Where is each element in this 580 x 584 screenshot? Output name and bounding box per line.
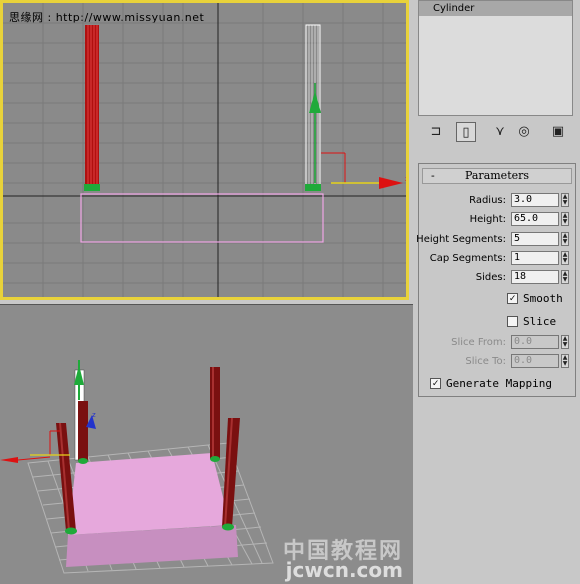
top-viewport-scene: x: [3, 3, 406, 297]
plane-outline: [80, 193, 324, 243]
radius-field[interactable]: 3.0: [511, 193, 559, 207]
radius-label: Radius:: [469, 195, 506, 206]
sides-spinner[interactable]: ▲ ▼: [561, 270, 569, 284]
radius-spinner[interactable]: ▲ ▼: [561, 193, 569, 207]
slice-from-label: Slice From:: [451, 337, 506, 348]
slice-to-row: Slice To: 0.0 ▲ ▼: [419, 354, 574, 370]
height-segments-row: Height Segments: 5 ▲ ▼: [416, 232, 574, 248]
height-field[interactable]: 65.0: [511, 212, 559, 226]
height-spinner[interactable]: ▲ ▼: [561, 212, 569, 226]
smooth-checkbox[interactable]: ✓: [507, 293, 518, 304]
create-tab-icon[interactable]: ⊐: [426, 122, 446, 142]
pillar-back-right: [210, 367, 220, 462]
cap-segments-row: Cap Segments: 1 ▲ ▼: [419, 251, 574, 267]
selected-cylinder: [305, 24, 321, 191]
sides-row: Sides: 18 ▲ ▼: [419, 270, 574, 286]
move-gizmo: x: [321, 152, 406, 189]
parameters-rollout-header[interactable]: - Parameters: [422, 168, 572, 184]
pillar-front-right: [222, 418, 240, 531]
object-list[interactable]: Cylinder: [418, 0, 573, 116]
perspective-viewport[interactable]: z 中国教程网 jcwcn.com: [0, 304, 413, 584]
hierarchy-tab-icon[interactable]: ⋎: [490, 122, 510, 142]
pink-plane: [66, 453, 238, 567]
object-list-item-cylinder[interactable]: Cylinder: [419, 1, 572, 16]
watermark-url: jcwcn.com: [285, 558, 403, 582]
cap-segments-field[interactable]: 1: [511, 251, 559, 265]
pillar-middle-left: [78, 401, 88, 464]
top-viewport[interactable]: 思缘网 : http://www.missyuan.net: [0, 0, 409, 300]
cap-segments-spinner[interactable]: ▲ ▼: [561, 251, 569, 265]
svg-text:x: x: [405, 175, 406, 183]
generate-mapping-label: Generate Mapping: [446, 377, 552, 390]
height-segments-spinner[interactable]: ▲ ▼: [561, 232, 569, 246]
generate-mapping-checkbox[interactable]: ✓: [430, 378, 441, 389]
slice-from-row: Slice From: 0.0 ▲ ▼: [419, 335, 574, 351]
command-panel: Cylinder ⊐ ▯ ⋎ ◎ ▣ - Parameters Radius: …: [413, 0, 580, 583]
sides-label: Sides:: [475, 272, 506, 283]
rollout-title: Parameters: [464, 169, 530, 182]
height-segments-label: Height Segments:: [416, 234, 506, 245]
command-tab-row: ⊐ ▯ ⋎ ◎ ▣: [418, 120, 575, 146]
slice-to-spinner[interactable]: ▲ ▼: [561, 354, 569, 368]
modify-tab-icon[interactable]: ▯: [456, 122, 476, 142]
height-segments-field[interactable]: 5: [511, 232, 559, 246]
slice-from-field[interactable]: 0.0: [511, 335, 559, 349]
slice-from-spinner[interactable]: ▲ ▼: [561, 335, 569, 349]
height-label: Height:: [469, 214, 506, 225]
svg-text:z: z: [92, 411, 96, 419]
radius-row: Radius: 3.0 ▲ ▼: [419, 193, 574, 209]
cap-segments-label: Cap Segments:: [429, 253, 506, 264]
red-cylinder: [84, 25, 100, 191]
display-tab-icon[interactable]: ▣: [548, 122, 568, 142]
parameters-rollout: - Parameters Radius: 3.0 ▲ ▼ Height: 65.0…: [416, 163, 576, 397]
slice-label: Slice: [523, 315, 557, 328]
slice-checkbox[interactable]: [507, 316, 518, 327]
smooth-label: Smooth: [523, 292, 563, 305]
sides-field[interactable]: 18: [511, 270, 559, 284]
height-row: Height: 65.0 ▲ ▼: [419, 212, 574, 228]
motion-tab-icon[interactable]: ◎: [514, 122, 534, 142]
world-axes: [3, 3, 406, 297]
slice-to-field[interactable]: 0.0: [511, 354, 559, 368]
viewport-grid: [3, 3, 406, 297]
slice-to-label: Slice To:: [465, 356, 506, 367]
